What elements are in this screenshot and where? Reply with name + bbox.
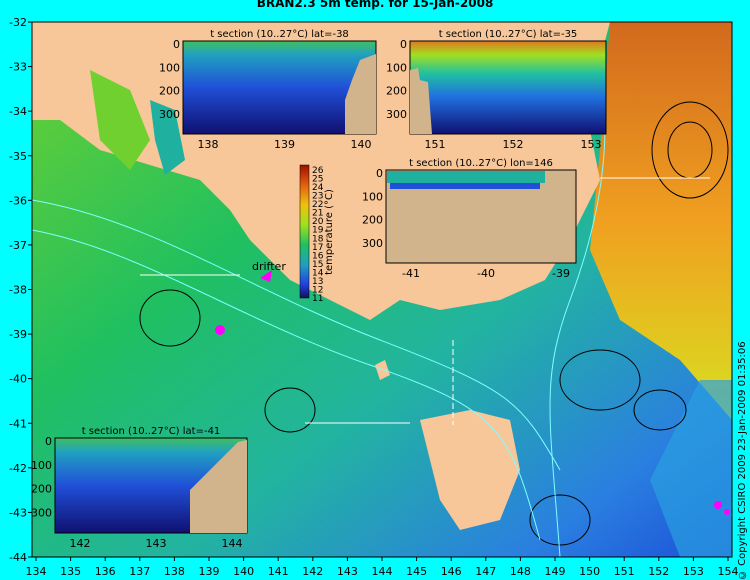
lon-tick-label: 139	[199, 565, 220, 578]
inset-depth-label: 100	[159, 61, 180, 74]
inset-title: t section (10..27°C) lon=146	[409, 158, 553, 169]
lon-tick-label: 143	[337, 565, 358, 578]
map-figure: drifter -32 -33 -34 -35 -36 -37 -38 -39 -40 -41 -4…	[9, 16, 739, 578]
inset-section-lon146	[385, 169, 577, 264]
longitude-axis: 134 135 136 137 138 139 140 141 142 143 144 145 146 1…	[26, 557, 739, 578]
latitude-axis: -32 -33 -34 -35 -36 -37 -38 -39 -40 -41 -42 -43 -44	[9, 16, 32, 564]
inset-depth-label: 0	[400, 38, 407, 51]
inset-section-lat41	[54, 437, 248, 534]
drifter-marker[interactable]	[215, 325, 225, 335]
inset-x-label: 138	[198, 138, 219, 151]
inset-section-lat38	[182, 40, 377, 135]
lon-tick-label: 149	[545, 565, 566, 578]
inset-depth-label: 0	[376, 167, 383, 180]
inset-x-label: -41	[402, 267, 420, 280]
inset-water-layer	[390, 183, 540, 189]
inset-title: t section (10..27°C) lat=-41	[82, 426, 221, 437]
lat-tick-label: -32	[9, 16, 27, 29]
inset-depth-label: 100	[386, 61, 407, 74]
colorbar-label: temperature (°C)	[324, 189, 335, 275]
inset-depth-label: 100	[31, 459, 52, 472]
lon-tick-label: 134	[26, 565, 47, 578]
lat-tick-label: -40	[9, 373, 27, 386]
lat-tick-label: -38	[9, 284, 27, 297]
lat-tick-label: -42	[9, 462, 27, 475]
inset-depth-label: 0	[45, 435, 52, 448]
lon-tick-label: 146	[441, 565, 462, 578]
inset-depth-label: 100	[362, 190, 383, 203]
lon-tick-label: 137	[129, 565, 150, 578]
inset-depth-label: 300	[159, 108, 180, 121]
colorbar-ramp	[299, 164, 310, 299]
lat-tick-label: -41	[9, 417, 27, 430]
lon-tick-label: 135	[60, 565, 81, 578]
inset-x-label: 143	[146, 537, 167, 550]
inset-x-label: 142	[70, 537, 91, 550]
inset-depth-label: 300	[386, 108, 407, 121]
lat-tick-label: -36	[9, 194, 27, 207]
inset-x-label: -39	[552, 267, 570, 280]
lon-tick-label: 145	[406, 565, 427, 578]
lon-tick-label: 138	[164, 565, 185, 578]
inset-title: t section (10..27°C) lat=-35	[439, 29, 578, 40]
inset-x-label: 140	[351, 138, 372, 151]
inset-x-label: 144	[222, 537, 243, 550]
inset-depth-label: 200	[159, 85, 180, 98]
lat-tick-label: -43	[9, 506, 27, 519]
lon-tick-label: 147	[475, 565, 496, 578]
inset-plot	[409, 40, 607, 135]
inset-section-lat35	[409, 40, 607, 135]
lon-tick-label: 154	[718, 565, 739, 578]
inset-depth-label: 200	[31, 483, 52, 496]
drifter-marker[interactable]	[714, 501, 722, 509]
inset-x-label: 153	[581, 138, 602, 151]
lon-tick-label: 151	[614, 565, 635, 578]
lon-tick-label: 152	[648, 565, 669, 578]
lat-tick-label: -39	[9, 328, 27, 341]
lat-tick-label: -33	[9, 61, 27, 74]
inset-depth-label: 200	[362, 214, 383, 227]
colorbar-tick-label: 11	[312, 294, 323, 304]
inset-depth-label: 300	[362, 237, 383, 250]
inset-depth-label: 300	[31, 506, 52, 519]
drifter-marker[interactable]	[724, 509, 730, 515]
drifter-label: drifter	[252, 260, 286, 273]
inset-x-label: 139	[274, 138, 295, 151]
lat-tick-label: -37	[9, 239, 27, 252]
credit-note: © Copyright CSIRO 2009 23-Jan-2009 01:35…	[737, 341, 748, 580]
inset-x-label: 152	[503, 138, 524, 151]
lat-tick-label: -34	[9, 105, 27, 118]
colorbar-ticks: 26252423222120191817161514131211	[312, 166, 324, 304]
inset-title: t section (10..27°C) lat=-38	[210, 29, 349, 40]
lon-tick-label: 140	[233, 565, 254, 578]
lat-tick-label: -35	[9, 150, 27, 163]
lon-tick-label: 142	[302, 565, 323, 578]
lon-tick-label: 150	[579, 565, 600, 578]
lon-tick-label: 136	[95, 565, 116, 578]
inset-depth-label: 200	[386, 85, 407, 98]
lon-tick-label: 148	[510, 565, 531, 578]
inset-water-layer	[387, 171, 545, 183]
lon-tick-label: 144	[372, 565, 393, 578]
inset-depth-label: 0	[173, 38, 180, 51]
lon-tick-label: 141	[268, 565, 289, 578]
lon-tick-label: 153	[683, 565, 704, 578]
inset-x-label: 151	[425, 138, 446, 151]
inset-x-label: -40	[477, 267, 495, 280]
lat-tick-label: -44	[9, 551, 27, 564]
